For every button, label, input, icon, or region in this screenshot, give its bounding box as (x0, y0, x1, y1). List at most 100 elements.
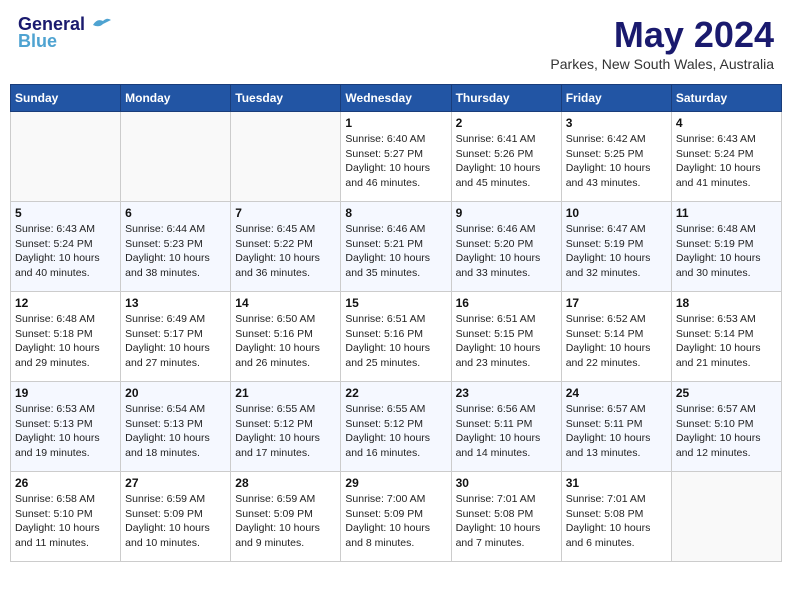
calendar-cell: 9 Sunrise: 6:46 AMSunset: 5:20 PMDaylight… (451, 202, 561, 292)
day-info: Sunrise: 6:57 AMSunset: 5:11 PMDaylight:… (566, 402, 667, 461)
day-number: 12 (15, 296, 116, 310)
day-number: 31 (566, 476, 667, 490)
day-info: Sunrise: 6:59 AMSunset: 5:09 PMDaylight:… (125, 492, 226, 551)
day-number: 7 (235, 206, 336, 220)
day-info: Sunrise: 6:40 AMSunset: 5:27 PMDaylight:… (345, 132, 446, 191)
day-number: 23 (456, 386, 557, 400)
column-header-thursday: Thursday (451, 85, 561, 112)
logo-bird-icon (89, 16, 113, 34)
day-number: 22 (345, 386, 446, 400)
day-number: 24 (566, 386, 667, 400)
day-number: 29 (345, 476, 446, 490)
day-number: 5 (15, 206, 116, 220)
calendar-cell: 23Sunrise: 6:56 AMSunset: 5:11 PMDayligh… (451, 382, 561, 472)
calendar-cell: 24 Sunrise: 6:57 AMSunset: 5:11 PMDayligh… (561, 382, 671, 472)
calendar-cell: 21Sunrise: 6:55 AMSunset: 5:12 PMDayligh… (231, 382, 341, 472)
day-number: 4 (676, 116, 777, 130)
calendar-cell: 3Sunrise: 6:42 AMSunset: 5:25 PMDaylight… (561, 112, 671, 202)
day-number: 13 (125, 296, 226, 310)
column-header-saturday: Saturday (671, 85, 781, 112)
day-info: Sunrise: 6:55 AMSunset: 5:12 PMDaylight:… (345, 402, 446, 461)
month-title: May 2024 (550, 14, 774, 56)
day-info: Sunrise: 6:58 AMSunset: 5:10 PMDaylight:… (15, 492, 116, 551)
day-info: Sunrise: 6:44 AMSunset: 5:23 PMDaylight:… (125, 222, 226, 281)
calendar-week-row: 1 Sunrise: 6:40 AMSunset: 5:27 PMDaylight… (11, 112, 782, 202)
day-number: 20 (125, 386, 226, 400)
day-info: Sunrise: 6:50 AMSunset: 5:16 PMDaylight:… (235, 312, 336, 371)
day-info: Sunrise: 6:53 AMSunset: 5:13 PMDaylight:… (15, 402, 116, 461)
calendar-cell: 7 Sunrise: 6:45 AMSunset: 5:22 PMDaylight… (231, 202, 341, 292)
calendar-cell: 5 Sunrise: 6:43 AMSunset: 5:24 PMDaylight… (11, 202, 121, 292)
page-header: General Blue May 2024 Parkes, New South … (10, 10, 782, 76)
day-info: Sunrise: 6:51 AMSunset: 5:15 PMDaylight:… (456, 312, 557, 371)
logo: General Blue (18, 14, 113, 52)
day-info: Sunrise: 6:43 AMSunset: 5:24 PMDaylight:… (15, 222, 116, 281)
calendar-cell: 10Sunrise: 6:47 AMSunset: 5:19 PMDayligh… (561, 202, 671, 292)
calendar-cell (231, 112, 341, 202)
day-info: Sunrise: 6:41 AMSunset: 5:26 PMDaylight:… (456, 132, 557, 191)
title-area: May 2024 Parkes, New South Wales, Austra… (550, 14, 774, 72)
calendar-cell: 1 Sunrise: 6:40 AMSunset: 5:27 PMDaylight… (341, 112, 451, 202)
column-header-friday: Friday (561, 85, 671, 112)
calendar-cell: 12Sunrise: 6:48 AMSunset: 5:18 PMDayligh… (11, 292, 121, 382)
day-number: 14 (235, 296, 336, 310)
day-info: Sunrise: 6:49 AMSunset: 5:17 PMDaylight:… (125, 312, 226, 371)
calendar-cell: 25Sunrise: 6:57 AMSunset: 5:10 PMDayligh… (671, 382, 781, 472)
calendar-cell: 6 Sunrise: 6:44 AMSunset: 5:23 PMDaylight… (121, 202, 231, 292)
column-header-wednesday: Wednesday (341, 85, 451, 112)
calendar-cell: 8 Sunrise: 6:46 AMSunset: 5:21 PMDaylight… (341, 202, 451, 292)
calendar-cell: 17 Sunrise: 6:52 AMSunset: 5:14 PMDayligh… (561, 292, 671, 382)
day-number: 1 (345, 116, 446, 130)
logo-blue: Blue (18, 31, 57, 52)
day-number: 25 (676, 386, 777, 400)
calendar-cell: 19 Sunrise: 6:53 AMSunset: 5:13 PMDayligh… (11, 382, 121, 472)
column-header-sunday: Sunday (11, 85, 121, 112)
calendar-cell: 28Sunrise: 6:59 AMSunset: 5:09 PMDayligh… (231, 472, 341, 562)
calendar-cell (121, 112, 231, 202)
calendar-cell (11, 112, 121, 202)
calendar-week-row: 26 Sunrise: 6:58 AMSunset: 5:10 PMDayligh… (11, 472, 782, 562)
day-number: 9 (456, 206, 557, 220)
day-number: 11 (676, 206, 777, 220)
day-number: 10 (566, 206, 667, 220)
calendar-cell: 27Sunrise: 6:59 AMSunset: 5:09 PMDayligh… (121, 472, 231, 562)
day-info: Sunrise: 6:46 AMSunset: 5:21 PMDaylight:… (345, 222, 446, 281)
day-info: Sunrise: 6:43 AMSunset: 5:24 PMDaylight:… (676, 132, 777, 191)
day-info: Sunrise: 6:55 AMSunset: 5:12 PMDaylight:… (235, 402, 336, 461)
day-number: 6 (125, 206, 226, 220)
day-info: Sunrise: 7:01 AMSunset: 5:08 PMDaylight:… (456, 492, 557, 551)
day-number: 26 (15, 476, 116, 490)
day-info: Sunrise: 6:52 AMSunset: 5:14 PMDaylight:… (566, 312, 667, 371)
column-header-monday: Monday (121, 85, 231, 112)
day-number: 19 (15, 386, 116, 400)
day-number: 30 (456, 476, 557, 490)
calendar-cell: 18Sunrise: 6:53 AMSunset: 5:14 PMDayligh… (671, 292, 781, 382)
calendar-cell: 2 Sunrise: 6:41 AMSunset: 5:26 PMDaylight… (451, 112, 561, 202)
calendar-cell: 11 Sunrise: 6:48 AMSunset: 5:19 PMDayligh… (671, 202, 781, 292)
day-number: 28 (235, 476, 336, 490)
calendar-cell: 26 Sunrise: 6:58 AMSunset: 5:10 PMDayligh… (11, 472, 121, 562)
calendar-cell: 31 Sunrise: 7:01 AMSunset: 5:08 PMDayligh… (561, 472, 671, 562)
day-info: Sunrise: 6:42 AMSunset: 5:25 PMDaylight:… (566, 132, 667, 191)
calendar-week-row: 5 Sunrise: 6:43 AMSunset: 5:24 PMDaylight… (11, 202, 782, 292)
day-info: Sunrise: 7:01 AMSunset: 5:08 PMDaylight:… (566, 492, 667, 551)
calendar-cell: 29Sunrise: 7:00 AMSunset: 5:09 PMDayligh… (341, 472, 451, 562)
calendar-cell: 16 Sunrise: 6:51 AMSunset: 5:15 PMDayligh… (451, 292, 561, 382)
calendar-table: SundayMondayTuesdayWednesdayThursdayFrid… (10, 84, 782, 562)
calendar-cell: 20 Sunrise: 6:54 AMSunset: 5:13 PMDayligh… (121, 382, 231, 472)
calendar-cell: 22 Sunrise: 6:55 AMSunset: 5:12 PMDayligh… (341, 382, 451, 472)
day-info: Sunrise: 6:45 AMSunset: 5:22 PMDaylight:… (235, 222, 336, 281)
day-number: 17 (566, 296, 667, 310)
day-info: Sunrise: 6:51 AMSunset: 5:16 PMDaylight:… (345, 312, 446, 371)
day-number: 2 (456, 116, 557, 130)
day-number: 8 (345, 206, 446, 220)
location-subtitle: Parkes, New South Wales, Australia (550, 56, 774, 72)
day-number: 16 (456, 296, 557, 310)
column-header-tuesday: Tuesday (231, 85, 341, 112)
day-info: Sunrise: 6:54 AMSunset: 5:13 PMDaylight:… (125, 402, 226, 461)
day-info: Sunrise: 6:46 AMSunset: 5:20 PMDaylight:… (456, 222, 557, 281)
day-info: Sunrise: 6:48 AMSunset: 5:19 PMDaylight:… (676, 222, 777, 281)
calendar-header-row: SundayMondayTuesdayWednesdayThursdayFrid… (11, 85, 782, 112)
calendar-cell: 4 Sunrise: 6:43 AMSunset: 5:24 PMDaylight… (671, 112, 781, 202)
day-info: Sunrise: 6:53 AMSunset: 5:14 PMDaylight:… (676, 312, 777, 371)
